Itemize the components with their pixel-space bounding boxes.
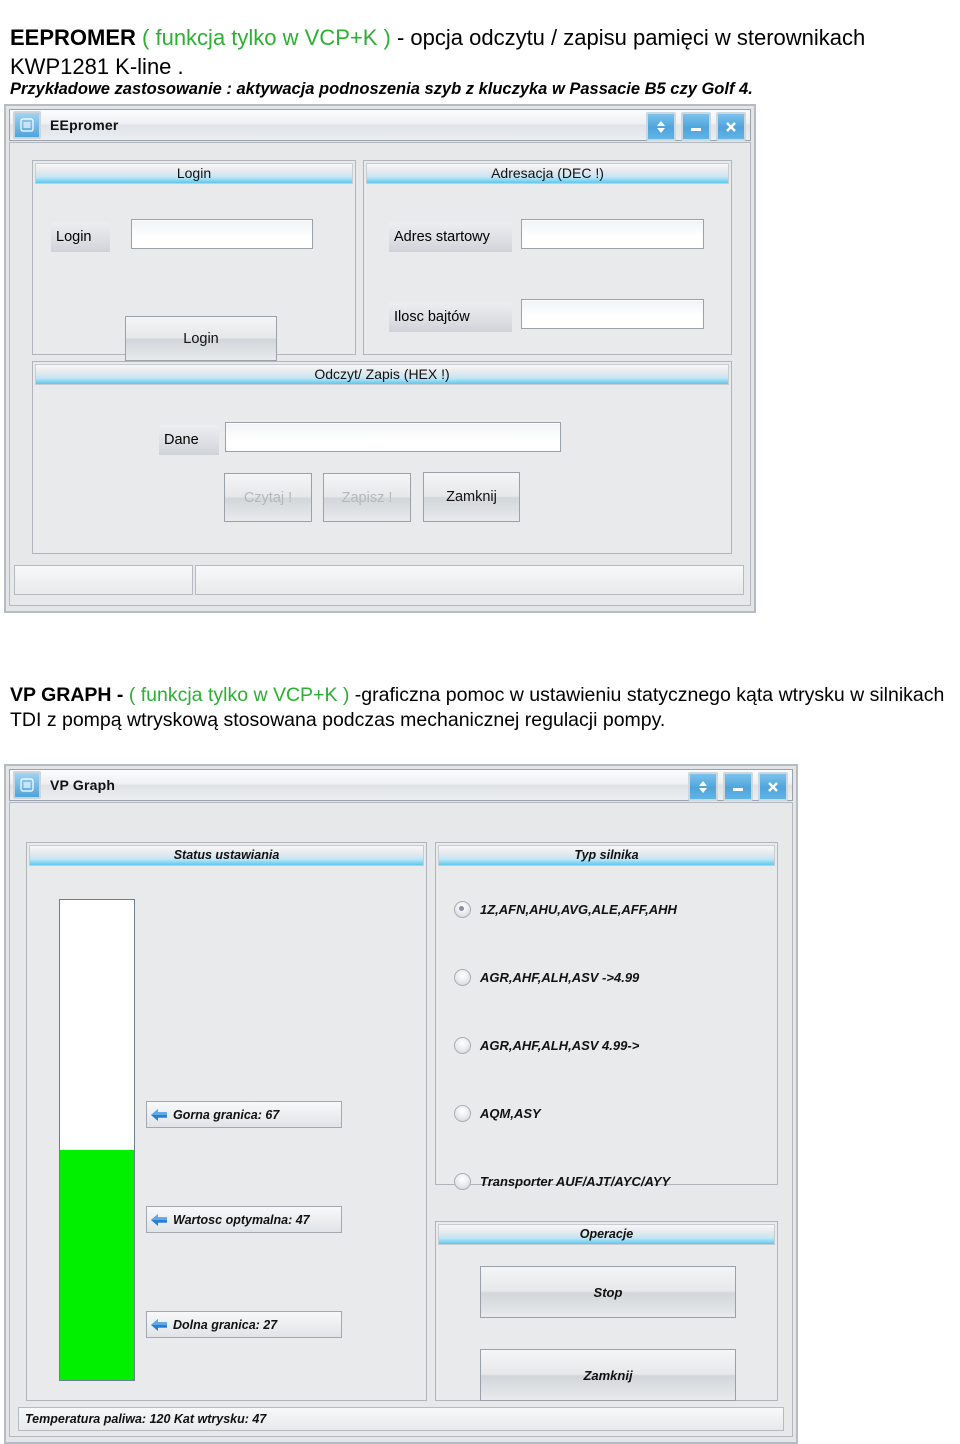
group-adresacja-header: Adresacja (DEC !) xyxy=(366,163,729,184)
upper-limit-label: Gorna granica: 67 xyxy=(173,1107,280,1122)
radio-icon[interactable] xyxy=(454,969,471,986)
restore-button[interactable] xyxy=(688,772,718,801)
up-down-arrows-icon xyxy=(657,120,665,133)
radio-icon[interactable] xyxy=(454,901,471,918)
vpgraph-window-title: VP Graph xyxy=(50,777,116,793)
label-dane: Dane xyxy=(159,425,219,455)
ilosc-bajtow-input[interactable] xyxy=(521,299,704,329)
radio-icon[interactable] xyxy=(454,1105,471,1122)
lower-limit-marker[interactable]: Dolna granica: 27 xyxy=(146,1311,342,1338)
x-icon xyxy=(726,121,736,132)
statusbar-pane-1 xyxy=(14,565,193,595)
eepromer-body: Login Login Login Adresacja (DEC !) Adre… xyxy=(9,142,751,606)
group-operacje: Operacje Stop Zamknij xyxy=(435,1221,778,1401)
minus-icon xyxy=(733,787,743,791)
label-ilosc-bajtow: Ilosc bajtów xyxy=(389,302,512,332)
engine-option-2[interactable]: AGR,AHF,ALH,ASV 4.99-> xyxy=(454,1037,639,1054)
paragraph-example-usage: Przykładowe zastosowanie : aktywacja pod… xyxy=(10,79,753,98)
gauge-fill xyxy=(60,1149,134,1380)
adres-startowy-input[interactable] xyxy=(521,219,704,249)
eepromer-bold-lead: EEPROMER xyxy=(10,25,136,50)
statusbar-pane-2 xyxy=(195,565,744,595)
eepromer-window-controls xyxy=(646,112,746,141)
engine-option-4-label: Transporter AUF/AJT/AYC/AYY xyxy=(480,1174,671,1189)
optimal-value-marker[interactable]: Wartosc optymalna: 47 xyxy=(146,1206,342,1233)
group-operacje-header-label: Operacje xyxy=(579,1226,634,1241)
label-adres-startowy: Adres startowy xyxy=(389,222,512,252)
group-status-ustawiania: Status ustawiania Gorna granica: 67 Wart… xyxy=(26,842,427,1401)
eepromer-titlebar[interactable]: EEpromer xyxy=(9,109,751,141)
engine-option-4[interactable]: Transporter AUF/AJT/AYC/AYY xyxy=(454,1173,670,1190)
minimize-button[interactable] xyxy=(681,112,711,141)
group-login-header: Login xyxy=(35,163,353,184)
left-arrow-icon xyxy=(151,1318,167,1331)
vpgraph-zamknij-button[interactable]: Zamknij xyxy=(480,1349,736,1401)
group-operacje-header: Operacje xyxy=(438,1224,775,1245)
restore-button[interactable] xyxy=(646,112,676,141)
zapisz-button[interactable]: Zapisz ! xyxy=(323,473,411,522)
group-odczyt-zapis: Odczyt/ Zapis (HEX !) Dane Czytaj ! Zapi… xyxy=(32,361,732,554)
group-adresacja: Adresacja (DEC !) Adres startowy Ilosc b… xyxy=(363,160,732,355)
zamknij-button[interactable]: Zamknij xyxy=(423,472,520,522)
vpgraph-body: Status ustawiania Gorna granica: 67 Wart… xyxy=(9,802,793,1437)
app-menu-icon[interactable] xyxy=(13,771,41,799)
upper-limit-marker[interactable]: Gorna granica: 67 xyxy=(146,1101,342,1128)
app-menu-icon[interactable] xyxy=(13,111,41,139)
x-icon xyxy=(768,781,778,792)
eepromer-window-title: EEpromer xyxy=(50,117,119,133)
group-login-header-label: Login xyxy=(176,164,212,181)
eepromer-green-note: ( funkcja tylko w VCP+K ) xyxy=(135,25,397,50)
dane-input[interactable] xyxy=(225,422,561,452)
vpgraph-statusbar: Temperatura paliwa: 120 Kat wtrysku: 47 xyxy=(18,1407,784,1431)
up-down-arrows-icon xyxy=(699,780,707,793)
engine-option-1[interactable]: AGR,AHF,ALH,ASV ->4.99 xyxy=(454,969,639,986)
vpgraph-green-note: ( funkcja tylko w VCP+K ) xyxy=(128,683,350,706)
label-login: Login xyxy=(51,222,110,252)
close-button[interactable] xyxy=(716,112,746,141)
group-odczyt-zapis-header-label: Odczyt/ Zapis (HEX !) xyxy=(314,365,450,382)
paragraph-vpgraph: VP GRAPH - ( funkcja tylko w VCP+K ) -gr… xyxy=(10,683,958,734)
close-button[interactable] xyxy=(758,772,788,801)
engine-option-1-label: AGR,AHF,ALH,ASV ->4.99 xyxy=(480,970,640,985)
eepromer-window: EEpromer Login Login Login Adresacja (DE… xyxy=(4,104,756,613)
vpgraph-window: VP Graph Status ustawiania Gorna granica… xyxy=(4,764,798,1444)
group-engine-header: Typ silnika xyxy=(438,845,775,866)
eepromer-statusbar xyxy=(14,565,744,595)
engine-option-0-label: 1Z,AFN,AHU,AVG,ALE,AFF,AHH xyxy=(480,902,677,917)
radio-icon[interactable] xyxy=(454,1037,471,1054)
vpgraph-bold-lead: VP GRAPH - xyxy=(10,683,129,706)
minimize-button[interactable] xyxy=(723,772,753,801)
vpgraph-statusbar-text: Temperatura paliwa: 120 Kat wtrysku: 47 xyxy=(18,1407,784,1431)
stop-button[interactable]: Stop xyxy=(480,1266,736,1318)
lower-limit-label: Dolna granica: 27 xyxy=(173,1317,278,1332)
vpgraph-titlebar[interactable]: VP Graph xyxy=(9,769,793,801)
optimal-value-label: Wartosc optymalna: 47 xyxy=(173,1212,310,1227)
paragraph-eepromer: EEPROMER ( funkcja tylko w VCP+K ) - opc… xyxy=(10,24,950,81)
login-button[interactable]: Login xyxy=(125,316,277,361)
group-engine-header-label: Typ silnika xyxy=(574,847,639,862)
vpgraph-window-controls xyxy=(688,772,788,801)
czytaj-button[interactable]: Czytaj ! xyxy=(224,473,312,522)
group-typ-silnika: Typ silnika 1Z,AFN,AHU,AVG,ALE,AFF,AHH A… xyxy=(435,842,778,1190)
minus-icon xyxy=(691,127,701,131)
left-arrow-icon xyxy=(151,1108,167,1121)
engine-option-3[interactable]: AQM,ASY xyxy=(454,1105,541,1122)
radio-icon[interactable] xyxy=(454,1173,471,1190)
group-login: Login Login Login xyxy=(32,160,356,361)
left-arrow-icon xyxy=(151,1213,167,1226)
login-input[interactable] xyxy=(131,219,313,249)
engine-option-3-label: AQM,ASY xyxy=(480,1106,541,1121)
group-status-header: Status ustawiania xyxy=(29,845,424,866)
group-status-header-label: Status ustawiania xyxy=(173,847,280,862)
engine-option-0[interactable]: 1Z,AFN,AHU,AVG,ALE,AFF,AHH xyxy=(454,901,677,918)
injection-gauge xyxy=(59,899,135,1381)
group-odczyt-zapis-header: Odczyt/ Zapis (HEX !) xyxy=(35,364,729,385)
group-adresacja-header-label: Adresacja (DEC !) xyxy=(491,164,604,181)
engine-option-2-label: AGR,AHF,ALH,ASV 4.99-> xyxy=(480,1038,640,1053)
